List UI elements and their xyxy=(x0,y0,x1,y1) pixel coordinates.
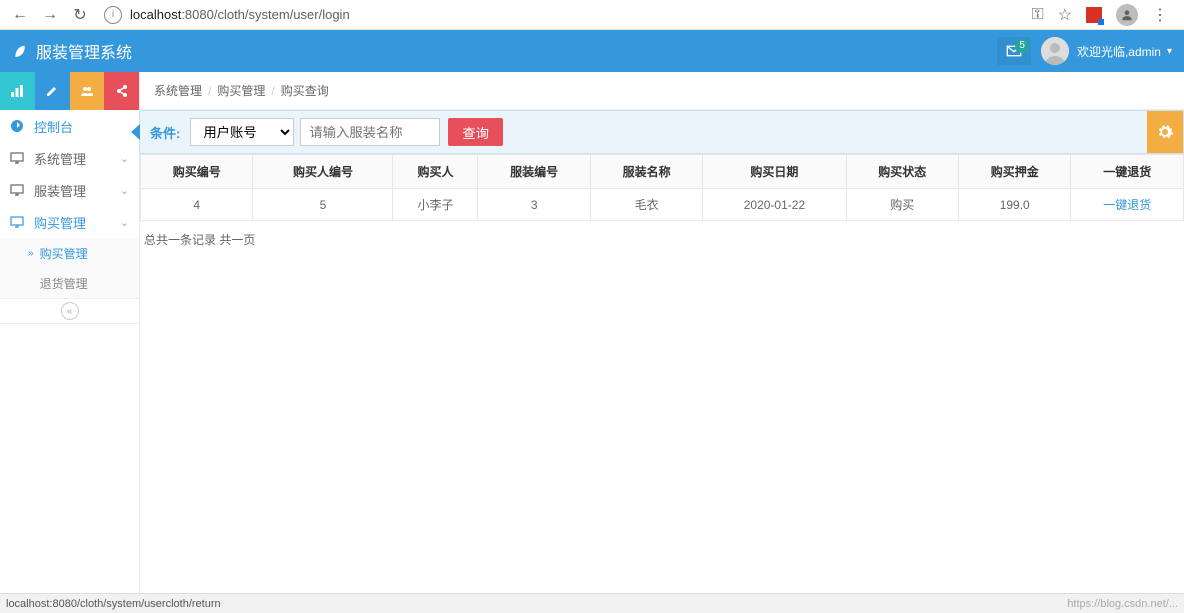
monitor-icon xyxy=(10,152,28,164)
back-icon[interactable]: ← xyxy=(8,3,32,27)
dashboard-label: 控制台 xyxy=(34,117,129,136)
main-content: 系统管理/ 购买管理/ 购买查询 条件: 用户账号 查询 购买编号 购买人编号 … xyxy=(140,72,1184,593)
sidebar-toolbar xyxy=(0,72,139,110)
crumb[interactable]: 系统管理 xyxy=(154,82,202,99)
mail-badge: 5 xyxy=(1015,39,1029,53)
arrow-icon: » xyxy=(28,248,34,259)
filter-bar: 条件: 用户账号 查询 xyxy=(139,110,1184,154)
cell-id: 4 xyxy=(141,189,253,221)
search-button[interactable]: 查询 xyxy=(448,118,503,146)
sidebar-collapse: « xyxy=(0,298,139,324)
th: 购买人编号 xyxy=(253,155,393,189)
address-bar[interactable]: i localhost:8080/cloth/system/user/login xyxy=(104,6,1025,24)
sidebar-item-label: 购买管理 xyxy=(34,213,120,232)
sidebar-item-label: 服装管理 xyxy=(34,181,120,200)
cell-buyer: 小李子 xyxy=(393,189,478,221)
greeting-text: 欢迎光临,admin xyxy=(1077,43,1161,60)
url-path: :8080/cloth/system/user/login xyxy=(181,7,349,22)
crumb[interactable]: 购买管理 xyxy=(217,82,265,99)
profile-avatar-icon[interactable] xyxy=(1116,4,1138,26)
brand-title: 服装管理系统 xyxy=(36,39,132,63)
cell-buyer-id: 5 xyxy=(253,189,393,221)
sidebar: 控制台 系统管理 ⌄ 服装管理 ⌄ 购买管理 ⌄ » 购买管理 »退货管理 « xyxy=(0,72,140,593)
status-bar: localhost:8080/cloth/system/usercloth/re… xyxy=(0,593,1184,613)
pager-summary: 总共一条记录 共一页 xyxy=(140,221,1184,258)
chevron-down-icon: ⌄ xyxy=(120,152,129,165)
toolbar-stats-button[interactable] xyxy=(0,72,35,110)
chevron-down-icon: ⌄ xyxy=(120,216,129,229)
forward-icon[interactable]: → xyxy=(38,3,62,27)
sidebar-item-system[interactable]: 系统管理 ⌄ xyxy=(0,142,139,174)
brand: 服装管理系统 xyxy=(12,39,132,63)
site-info-icon[interactable]: i xyxy=(104,6,122,24)
mailbox-button[interactable]: 5 xyxy=(997,37,1031,65)
submenu-label: 退货管理 xyxy=(40,275,88,292)
status-url: localhost:8080/cloth/system/usercloth/re… xyxy=(6,598,221,610)
sidebar-submenu: » 购买管理 »退货管理 xyxy=(0,238,139,298)
bookmark-star-icon[interactable]: ☆ xyxy=(1058,5,1072,25)
cell-status: 购买 xyxy=(846,189,958,221)
submenu-label: 购买管理 xyxy=(40,245,88,262)
browser-menu-icon[interactable]: ⋮ xyxy=(1152,5,1168,25)
th: 服装名称 xyxy=(590,155,702,189)
crumb[interactable]: 购买查询 xyxy=(281,82,329,99)
search-input[interactable] xyxy=(300,118,440,146)
monitor-icon xyxy=(10,216,28,228)
sidebar-item-label: 系统管理 xyxy=(34,149,120,168)
collapse-toggle-icon[interactable]: « xyxy=(61,302,79,320)
th: 购买押金 xyxy=(958,155,1070,189)
reload-icon[interactable]: ↻ xyxy=(68,3,92,27)
toolbar-edit-button[interactable] xyxy=(35,72,70,110)
th: 购买状态 xyxy=(846,155,958,189)
table-row: 4 5 小李子 3 毛衣 2020-01-22 购买 199.0 一键退货 xyxy=(141,189,1184,221)
filter-field-select[interactable]: 用户账号 xyxy=(190,118,294,146)
dashboard-icon xyxy=(10,119,28,133)
monitor-icon xyxy=(10,184,28,196)
cell-deposit: 199.0 xyxy=(958,189,1070,221)
cell-cloth-id: 3 xyxy=(478,189,590,221)
th: 购买人 xyxy=(393,155,478,189)
cell-date: 2020-01-22 xyxy=(703,189,846,221)
status-watermark: https://blog.csdn.net/... xyxy=(1067,598,1178,610)
user-menu-caret-icon[interactable]: ▾ xyxy=(1167,46,1172,57)
settings-gear-icon[interactable] xyxy=(1147,111,1183,153)
user-avatar[interactable] xyxy=(1041,37,1069,65)
breadcrumb: 系统管理/ 购买管理/ 购买查询 xyxy=(140,72,1184,110)
data-table: 购买编号 购买人编号 购买人 服装编号 服装名称 购买日期 购买状态 购买押金 … xyxy=(140,154,1184,221)
th: 购买日期 xyxy=(703,155,846,189)
submenu-return-manage[interactable]: »退货管理 xyxy=(0,268,139,298)
sidebar-dashboard[interactable]: 控制台 xyxy=(0,110,139,142)
sidebar-item-clothing[interactable]: 服装管理 ⌄ xyxy=(0,174,139,206)
url-host: localhost xyxy=(130,7,181,22)
browser-toolbar: ← → ↻ i localhost:8080/cloth/system/user… xyxy=(0,0,1184,30)
sidebar-item-purchase[interactable]: 购买管理 ⌄ xyxy=(0,206,139,238)
toolbar-share-button[interactable] xyxy=(104,72,139,110)
submenu-purchase-manage[interactable]: » 购买管理 xyxy=(0,238,139,268)
return-link[interactable]: 一键退货 xyxy=(1103,198,1151,212)
app-header: 服装管理系统 5 欢迎光临,admin ▾ xyxy=(0,30,1184,72)
cell-cloth-name: 毛衣 xyxy=(590,189,702,221)
toolbar-users-button[interactable] xyxy=(70,72,105,110)
chevron-down-icon: ⌄ xyxy=(120,184,129,197)
cell-action: 一键退货 xyxy=(1071,189,1184,221)
leaf-icon xyxy=(12,43,28,59)
extension-icon[interactable] xyxy=(1086,7,1102,23)
th: 购买编号 xyxy=(141,155,253,189)
table-header-row: 购买编号 购买人编号 购买人 服装编号 服装名称 购买日期 购买状态 购买押金 … xyxy=(141,155,1184,189)
filter-label: 条件: xyxy=(150,123,180,142)
th: 一键退货 xyxy=(1071,155,1184,189)
th: 服装编号 xyxy=(478,155,590,189)
password-key-icon[interactable]: ⚿ xyxy=(1031,6,1043,24)
